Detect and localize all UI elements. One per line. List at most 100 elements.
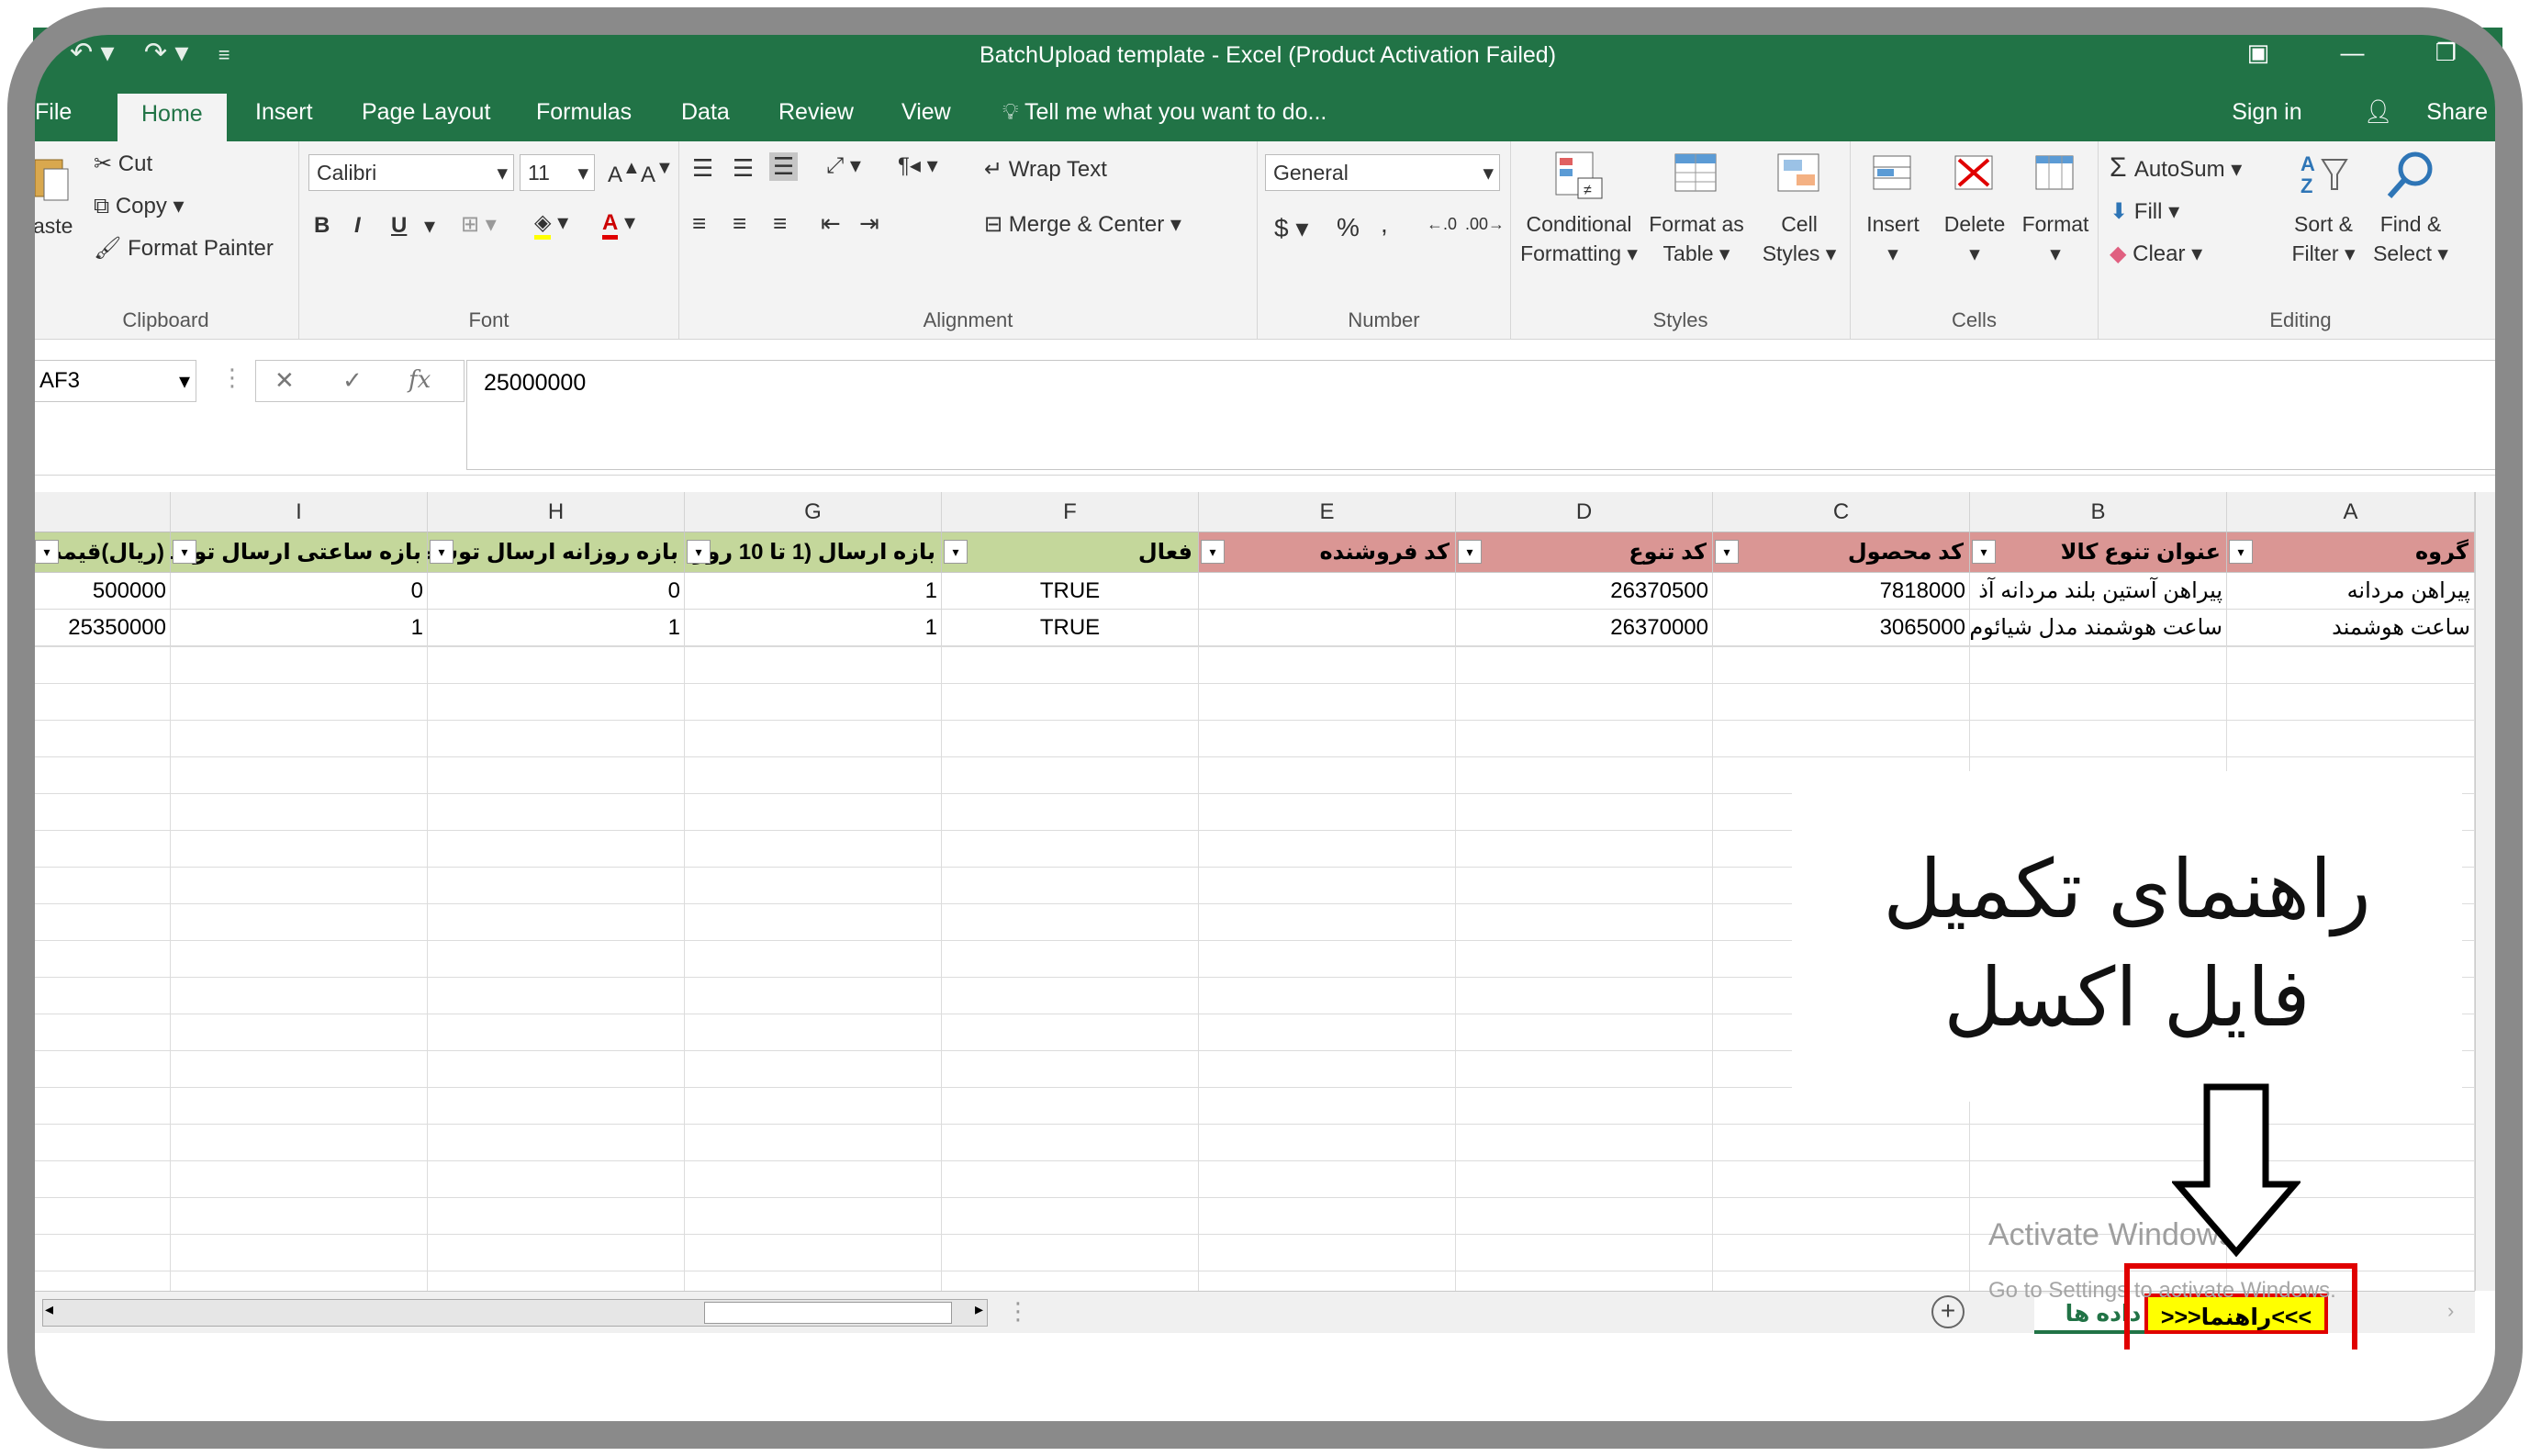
bottom-align-icon[interactable]: ☰ <box>769 152 799 181</box>
table-cell[interactable]: 500000 <box>33 573 171 610</box>
table-cell[interactable] <box>1199 573 1456 610</box>
splitter-handle-icon[interactable]: ⋮ <box>1006 1297 1030 1326</box>
name-box[interactable]: AF3 ▾ <box>33 360 196 402</box>
formula-input[interactable]: 25000000 <box>466 360 2502 470</box>
table-header-a[interactable]: گروه ▾ <box>2227 532 2475 573</box>
insert-function-icon[interactable]: fx <box>409 366 431 394</box>
cell-styles-button[interactable]: Cell Styles ▾ <box>1753 147 1845 268</box>
column-header-c[interactable]: C <box>1713 492 1970 532</box>
orientation-icon[interactable]: ⤢ ▾ <box>826 152 861 179</box>
paste-button[interactable]: aste <box>33 154 73 241</box>
italic-button[interactable]: I <box>354 213 361 239</box>
table-header-b[interactable]: عنوان تنوع کالا ▾ <box>1970 532 2227 573</box>
tab-formulas[interactable]: Formulas <box>536 99 632 126</box>
restore-button[interactable]: ❐ <box>2435 39 2457 66</box>
font-color-icon[interactable]: A ▾ <box>602 209 635 240</box>
table-cell[interactable]: 1 <box>685 610 942 646</box>
table-cell[interactable]: 1 <box>171 610 428 646</box>
minimize-button[interactable]: — <box>2340 39 2364 66</box>
sign-in-link[interactable]: Sign in <box>2232 99 2301 125</box>
table-cell[interactable]: ساعت هوشمند مدل شیائوم <box>1970 610 2227 646</box>
enter-icon[interactable]: ✓ <box>342 366 363 395</box>
format-painter-button[interactable]: 🖌︎ Format Painter <box>94 235 274 262</box>
text-direction-icon[interactable]: ¶◂ ▾ <box>898 152 938 179</box>
tab-review[interactable]: Review <box>778 99 854 126</box>
tell-me-search[interactable]: 💡︎ Tell me what you want to do... <box>1002 99 1327 126</box>
tab-file[interactable]: File <box>35 99 72 126</box>
shrink-font-icon[interactable]: A▼ <box>641 158 674 188</box>
decrease-decimal-icon[interactable]: .00→ <box>1465 215 1505 234</box>
merge-center-button[interactable]: ⊟ Merge & Center ▾ <box>984 211 1181 238</box>
table-header-f[interactable]: فعال ▾ <box>942 532 1199 573</box>
column-header-g[interactable]: G <box>685 492 942 532</box>
table-header-j[interactable]: (ریال)قیمت ▾ <box>33 532 171 573</box>
table-cell[interactable]: 25350000 <box>33 610 171 646</box>
drag-handle-icon[interactable]: ⋮ <box>220 364 244 392</box>
tab-data[interactable]: Data <box>681 99 730 126</box>
table-cell[interactable]: 0 <box>428 573 685 610</box>
grow-font-icon[interactable]: A▲ <box>608 158 641 188</box>
column-header-h[interactable]: H <box>428 492 685 532</box>
column-header-f[interactable]: F <box>942 492 1199 532</box>
table-header-i[interactable]: بازه ساعتی ارسال توسط ▾ <box>171 532 428 573</box>
table-header-g[interactable]: بازه ارسال (1 تا 10 روز) ▾ <box>685 532 942 573</box>
percent-button[interactable]: % <box>1337 213 1360 242</box>
tab-page-layout[interactable]: Page Layout <box>362 99 490 126</box>
filter-dropdown-icon[interactable]: ▾ <box>1972 540 1996 564</box>
conditional-formatting-button[interactable]: ≠ Conditional Formatting ▾ <box>1515 147 1643 268</box>
align-left-icon[interactable]: ≡ <box>692 209 706 238</box>
scroll-right-icon[interactable]: ▸ <box>975 1300 983 1319</box>
tab-insert[interactable]: Insert <box>255 99 313 126</box>
column-header-partial[interactable] <box>33 492 171 532</box>
table-cell[interactable]: ساعت هوشمند <box>2227 610 2475 646</box>
table-cell[interactable]: 1 <box>428 610 685 646</box>
borders-icon[interactable]: ⊞ ▾ <box>461 211 497 238</box>
number-format-select[interactable]: General ▾ <box>1265 154 1500 191</box>
table-cell[interactable]: TRUE <box>942 573 1199 610</box>
table-header-c[interactable]: کد محصول ▾ <box>1713 532 1970 573</box>
currency-button[interactable]: $ ▾ <box>1274 213 1308 243</box>
table-cell[interactable]: 7818000 <box>1713 573 1970 610</box>
filter-dropdown-icon[interactable]: ▾ <box>1715 540 1739 564</box>
find-select-button[interactable]: Find & Select ▾ <box>2365 147 2457 268</box>
bold-button[interactable]: B <box>314 213 330 239</box>
tab-home[interactable]: Home <box>118 94 227 141</box>
autosum-button[interactable]: Σ AutoSum ▾ <box>2110 152 2242 184</box>
column-header-e[interactable]: E <box>1199 492 1456 532</box>
top-align-icon[interactable]: ☰ <box>692 154 713 183</box>
column-header-a[interactable]: A <box>2227 492 2475 532</box>
ribbon-display-icon[interactable]: ▣ <box>2247 39 2270 66</box>
increase-indent-icon[interactable]: ⇥ <box>859 209 879 238</box>
table-cell[interactable]: 26370000 <box>1456 610 1713 646</box>
comma-button[interactable]: , <box>1381 209 1388 239</box>
decrease-indent-icon[interactable]: ⇤ <box>821 209 841 238</box>
underline-dropdown-icon[interactable]: ▾ <box>424 213 435 240</box>
insert-cells-button[interactable]: Insert ▾ <box>1854 147 1931 268</box>
scrollbar-thumb[interactable] <box>704 1302 952 1324</box>
fill-color-icon[interactable]: ◈ ▾ <box>534 209 568 240</box>
table-cell[interactable]: پیراهن مردانه <box>2227 573 2475 610</box>
table-cell[interactable]: 3065000 <box>1713 610 1970 646</box>
filter-dropdown-icon[interactable]: ▾ <box>1458 540 1482 564</box>
table-cell[interactable]: 26370500 <box>1456 573 1713 610</box>
sort-filter-button[interactable]: AZ Sort & Filter ▾ <box>2282 147 2365 268</box>
table-cell[interactable] <box>1199 610 1456 646</box>
middle-align-icon[interactable]: ☰ <box>733 154 754 183</box>
tab-view[interactable]: View <box>901 99 951 126</box>
align-center-icon[interactable]: ≡ <box>733 209 746 238</box>
fill-button[interactable]: ⬇ Fill ▾ <box>2110 198 2179 225</box>
table-header-e[interactable]: کد فروشنده ▾ <box>1199 532 1456 573</box>
column-header-d[interactable]: D <box>1456 492 1713 532</box>
filter-dropdown-icon[interactable]: ▾ <box>1201 540 1225 564</box>
table-cell[interactable]: 1 <box>685 573 942 610</box>
filter-dropdown-icon[interactable]: ▾ <box>687 540 711 564</box>
next-sheet-icon[interactable]: › <box>2447 1299 2454 1323</box>
font-name-select[interactable]: Calibri ▾ <box>308 154 514 191</box>
filter-dropdown-icon[interactable]: ▾ <box>944 540 968 564</box>
wrap-text-button[interactable]: ↵ Wrap Text <box>984 156 1107 183</box>
cancel-icon[interactable]: ✕ <box>274 366 295 395</box>
increase-decimal-icon[interactable]: ←.0 <box>1427 215 1457 234</box>
copy-button[interactable]: ⧉ Copy ▾ <box>94 193 185 219</box>
scroll-left-icon[interactable]: ◂ <box>45 1300 53 1319</box>
format-cells-button[interactable]: Format ▾ <box>2016 147 2095 268</box>
